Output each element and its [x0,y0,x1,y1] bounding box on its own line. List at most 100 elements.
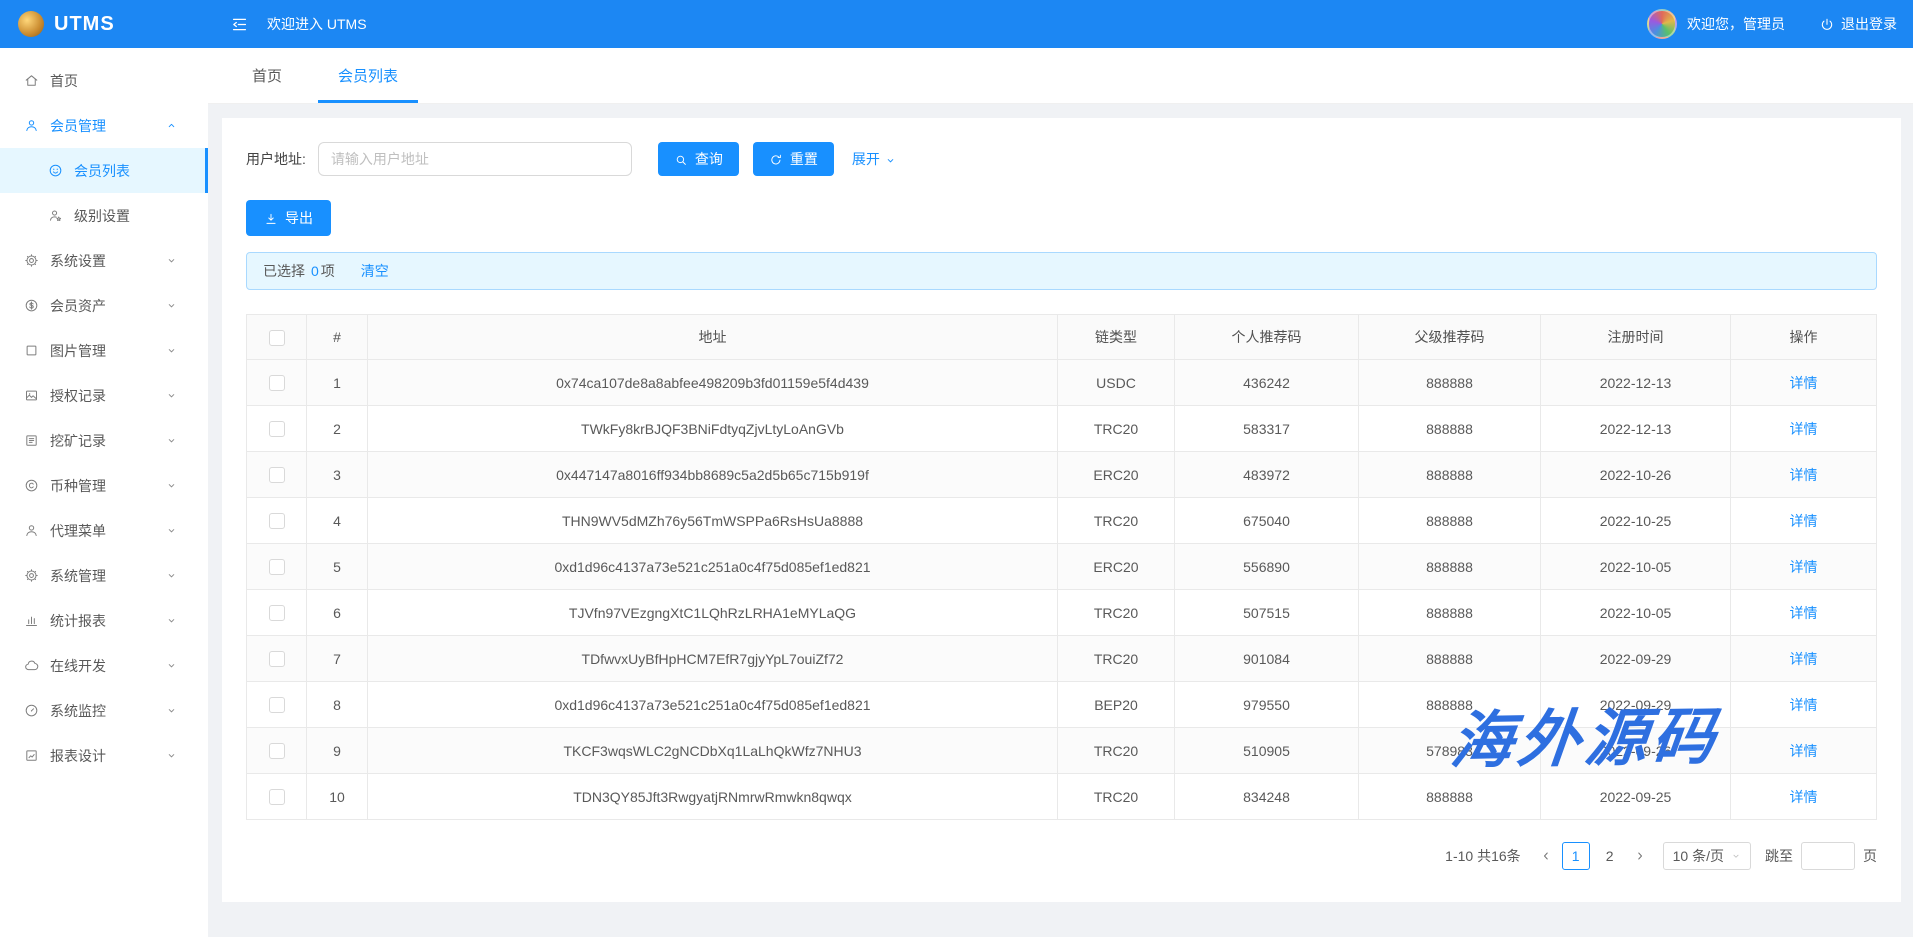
sidebar-item-15[interactable]: 报表设计 [0,733,208,778]
clear-selection-link[interactable]: 清空 [361,261,389,281]
selection-prefix: 已选择 [263,261,305,281]
row-index: 10 [307,774,368,820]
tab-0[interactable]: 首页 [232,48,302,103]
row-checkbox[interactable] [269,605,285,621]
page-button-2[interactable]: 2 [1596,842,1624,870]
sidebar-item-5[interactable]: 会员资产 [0,283,208,328]
list-icon [24,433,39,448]
sidebar-item-8[interactable]: 挖矿记录 [0,418,208,463]
row-action-cell: 详情 [1731,636,1877,682]
row-select-cell [247,360,307,406]
row-action-cell: 详情 [1731,728,1877,774]
row-register-date: 2022-09-29 [1541,682,1731,728]
sidebar-item-6[interactable]: 图片管理 [0,328,208,373]
sidebar-item-1[interactable]: 会员管理 [0,103,208,148]
expand-link[interactable]: 展开 [852,149,896,169]
details-link[interactable]: 详情 [1790,605,1818,621]
row-personal-code: 510905 [1175,728,1359,774]
row-register-date: 2022-10-26 [1541,452,1731,498]
sidebar-item-12[interactable]: 统计报表 [0,598,208,643]
row-parent-code: 888888 [1359,682,1541,728]
sidebar-item-label: 会员管理 [50,116,164,136]
row-select-cell [247,498,307,544]
selection-count: 0 [311,263,319,279]
table-row: 6TJVfn97VEzgngXtC1LQhRzLRHA1eMYLaQGTRC20… [247,590,1877,636]
jump-label: 跳至 [1765,846,1793,866]
row-checkbox[interactable] [269,375,285,391]
jump-page-input[interactable] [1801,842,1855,870]
row-checkbox[interactable] [269,697,285,713]
row-parent-code: 888888 [1359,774,1541,820]
sidebar-item-10[interactable]: 代理菜单 [0,508,208,553]
row-checkbox[interactable] [269,743,285,759]
row-checkbox[interactable] [269,559,285,575]
logout-button[interactable]: 退出登录 [1819,14,1897,34]
table-header-cell: 链类型 [1058,315,1175,360]
row-checkbox[interactable] [269,467,285,483]
row-checkbox[interactable] [269,789,285,805]
prev-page-button[interactable] [1533,842,1559,870]
chevron-down-icon [164,435,179,446]
row-personal-code: 901084 [1175,636,1359,682]
row-index: 8 [307,682,368,728]
export-button[interactable]: 导出 [246,200,331,236]
details-link[interactable]: 详情 [1790,513,1818,529]
sidebar-item-7[interactable]: 授权记录 [0,373,208,418]
dollar-circle-icon [24,298,39,313]
sidebar-item-2[interactable]: 会员列表 [0,148,208,193]
details-link[interactable]: 详情 [1790,375,1818,391]
jump-unit-label: 页 [1863,846,1877,866]
sidebar-item-11[interactable]: 系统管理 [0,553,208,598]
row-chain-type: ERC20 [1058,452,1175,498]
details-link[interactable]: 详情 [1790,743,1818,759]
table-header-cell: 父级推荐码 [1359,315,1541,360]
row-checkbox[interactable] [269,513,285,529]
details-link[interactable]: 详情 [1790,559,1818,575]
row-checkbox[interactable] [269,651,285,667]
page-button-1[interactable]: 1 [1562,842,1590,870]
user-address-input[interactable] [318,142,632,176]
sidebar-item-label: 会员资产 [50,296,164,316]
menu-fold-icon[interactable] [230,15,249,34]
avatar[interactable] [1647,9,1677,39]
row-chain-type: TRC20 [1058,774,1175,820]
sidebar-item-14[interactable]: 系统监控 [0,688,208,733]
row-select-cell [247,636,307,682]
square-icon [24,343,39,358]
sidebar-item-3[interactable]: 级别设置 [0,193,208,238]
row-parent-code: 888888 [1359,498,1541,544]
sidebar-item-label: 在线开发 [50,656,164,676]
search-button[interactable]: 查询 [658,142,739,176]
sidebar-item-label: 币种管理 [50,476,164,496]
app-logo[interactable]: UTMS [0,11,208,37]
cloud-icon [24,658,39,673]
details-link[interactable]: 详情 [1790,697,1818,713]
smile-icon [48,163,63,178]
row-index: 3 [307,452,368,498]
row-parent-code: 578983 [1359,728,1541,774]
table-row: 10x74ca107de8a8abfee498209b3fd01159e5f4d… [247,360,1877,406]
page-size-select[interactable]: 10 条/页 [1663,842,1751,870]
user-address-label: 用户地址: [246,149,306,169]
logo-image [18,11,44,37]
reset-button-label: 重置 [790,149,818,169]
sidebar-item-4[interactable]: 系统设置 [0,238,208,283]
tab-1[interactable]: 会员列表 [318,48,418,103]
row-select-cell [247,544,307,590]
table-header-cell: 地址 [368,315,1058,360]
details-link[interactable]: 详情 [1790,467,1818,483]
sidebar-item-13[interactable]: 在线开发 [0,643,208,688]
details-link[interactable]: 详情 [1790,789,1818,805]
bar-chart-icon [24,613,39,628]
select-all-checkbox[interactable] [269,330,285,346]
reset-button[interactable]: 重置 [753,142,834,176]
row-checkbox[interactable] [269,421,285,437]
row-register-date: 2022-10-05 [1541,544,1731,590]
next-page-button[interactable] [1627,842,1653,870]
row-register-date: 2022-12-13 [1541,406,1731,452]
sidebar-item-9[interactable]: 币种管理 [0,463,208,508]
details-link[interactable]: 详情 [1790,651,1818,667]
details-link[interactable]: 详情 [1790,421,1818,437]
export-button-label: 导出 [285,208,313,228]
sidebar-item-0[interactable]: 首页 [0,58,208,103]
